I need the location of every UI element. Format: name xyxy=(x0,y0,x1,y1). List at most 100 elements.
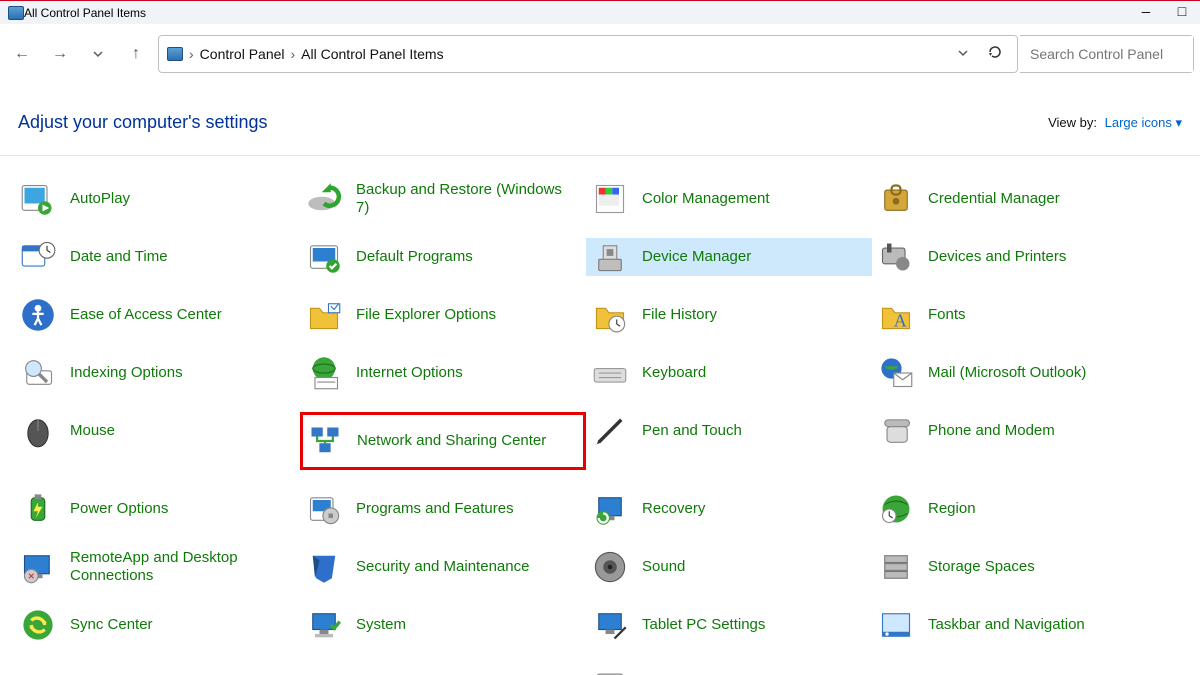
navigation-bar: ← → ↑ › Control Panel › All Control Pane… xyxy=(0,24,1200,84)
item-programs[interactable]: Programs and Features xyxy=(300,490,586,528)
internet-icon xyxy=(306,355,342,391)
address-dropdown[interactable] xyxy=(951,46,975,62)
fonts-icon: A xyxy=(878,297,914,333)
item-mail[interactable]: Mail (Microsoft Outlook) xyxy=(872,354,1158,392)
filehist-icon xyxy=(592,297,628,333)
item-mouse[interactable]: Mouse xyxy=(14,412,300,450)
address-bar[interactable]: › Control Panel › All Control Panel Item… xyxy=(158,35,1018,73)
item-label: Recovery xyxy=(642,500,705,518)
phone-icon xyxy=(878,413,914,449)
item-label: Default Programs xyxy=(356,248,473,266)
item-label: Credential Manager xyxy=(928,190,1060,208)
control-panel-icon xyxy=(8,6,24,20)
maximize-button[interactable]: □ xyxy=(1164,1,1200,25)
item-system[interactable]: System xyxy=(300,606,586,644)
sound-icon xyxy=(592,549,628,585)
item-color[interactable]: Color Management xyxy=(586,180,872,218)
item-label: Mouse xyxy=(70,422,115,440)
network-icon xyxy=(307,423,343,459)
item-label: Internet Options xyxy=(356,364,463,382)
item-filehist[interactable]: File History xyxy=(586,296,872,334)
item-label: Security and Maintenance xyxy=(356,558,529,576)
item-ease[interactable]: Ease of Access Center xyxy=(14,296,300,334)
item-phone[interactable]: Phone and Modem xyxy=(872,412,1158,450)
window-title: All Control Panel Items xyxy=(24,6,146,20)
svg-text:A: A xyxy=(894,310,907,330)
item-fonts[interactable]: AFonts xyxy=(872,296,1158,334)
item-indexing[interactable]: Indexing Options xyxy=(14,354,300,392)
item-label: Tablet PC Settings xyxy=(642,616,765,634)
system-icon xyxy=(306,607,342,643)
datetime-icon xyxy=(20,239,56,275)
view-by-dropdown[interactable]: Large icons ▾ xyxy=(1105,115,1182,130)
credential-icon xyxy=(878,181,914,217)
item-fileexpl[interactable]: File Explorer Options xyxy=(300,296,586,334)
item-network[interactable]: Network and Sharing Center xyxy=(300,412,586,470)
item-label: Taskbar and Navigation xyxy=(928,616,1085,634)
backup-icon xyxy=(306,181,342,217)
indexing-icon xyxy=(20,355,56,391)
item-label: Color Management xyxy=(642,190,770,208)
item-sync[interactable]: Sync Center xyxy=(14,606,300,644)
sync-icon xyxy=(20,607,56,643)
keyboard-icon xyxy=(592,355,628,391)
item-default[interactable]: Default Programs xyxy=(300,238,586,276)
title-bar: All Control Panel Items — □ xyxy=(0,0,1200,24)
item-security[interactable]: Security and Maintenance xyxy=(300,548,586,586)
breadcrumb-sep-icon: › xyxy=(189,46,194,62)
programs-icon xyxy=(306,491,342,527)
item-devices[interactable]: Devices and Printers xyxy=(872,238,1158,276)
item-credential[interactable]: Credential Manager xyxy=(872,180,1158,218)
search-input[interactable] xyxy=(1020,36,1193,72)
power-icon xyxy=(20,491,56,527)
item-power[interactable]: Power Options xyxy=(14,490,300,528)
item-label: Region xyxy=(928,500,976,518)
item-recovery[interactable]: Recovery xyxy=(586,490,872,528)
security-icon xyxy=(306,549,342,585)
refresh-button[interactable] xyxy=(981,44,1009,63)
item-pen[interactable]: Pen and Touch xyxy=(586,412,872,450)
up-button[interactable]: ↑ xyxy=(120,38,152,70)
breadcrumb-all-items[interactable]: All Control Panel Items xyxy=(301,46,443,62)
item-label: Indexing Options xyxy=(70,364,183,382)
view-by-label: View by: xyxy=(1048,115,1097,130)
addr-control-panel-icon xyxy=(167,47,183,61)
item-defender[interactable]: Windows Defender xyxy=(586,664,872,675)
autoplay-icon xyxy=(20,181,56,217)
item-storage[interactable]: Storage Spaces xyxy=(872,548,1158,586)
defender-icon xyxy=(592,665,628,675)
item-remote[interactable]: RemoteApp and Desktop Connections xyxy=(14,548,300,586)
item-label: Storage Spaces xyxy=(928,558,1035,576)
item-tablet[interactable]: Tablet PC Settings xyxy=(586,606,872,644)
item-devicemgr[interactable]: Device Manager xyxy=(586,238,872,276)
default-icon xyxy=(306,239,342,275)
item-label: Keyboard xyxy=(642,364,706,382)
item-label: File Explorer Options xyxy=(356,306,496,324)
recent-dropdown[interactable] xyxy=(82,38,114,70)
item-label: File History xyxy=(642,306,717,324)
item-keyboard[interactable]: Keyboard xyxy=(586,354,872,392)
search-box[interactable] xyxy=(1020,35,1194,73)
pen-icon xyxy=(592,413,628,449)
back-button[interactable]: ← xyxy=(6,38,38,70)
forward-button[interactable]: → xyxy=(44,38,76,70)
item-label: Network and Sharing Center xyxy=(357,432,546,450)
item-label: System xyxy=(356,616,406,634)
item-label: Programs and Features xyxy=(356,500,514,518)
minimize-button[interactable]: — xyxy=(1128,1,1164,25)
item-region[interactable]: Region xyxy=(872,490,1158,528)
item-label: Power Options xyxy=(70,500,168,518)
item-taskbar[interactable]: Taskbar and Navigation xyxy=(872,606,1158,644)
item-internet[interactable]: Internet Options xyxy=(300,354,586,392)
breadcrumb-control-panel[interactable]: Control Panel xyxy=(200,46,285,62)
item-label: Pen and Touch xyxy=(642,422,742,440)
item-autoplay[interactable]: AutoPlay xyxy=(14,180,300,218)
item-label: Ease of Access Center xyxy=(70,306,222,324)
tablet-icon xyxy=(592,607,628,643)
item-label: AutoPlay xyxy=(70,190,130,208)
item-backup[interactable]: Backup and Restore (Windows 7) xyxy=(300,180,586,218)
item-sound[interactable]: Sound xyxy=(586,548,872,586)
items-grid: AutoPlay Backup and Restore (Windows 7) Co… xyxy=(0,156,1200,675)
breadcrumb-sep-icon: › xyxy=(291,46,296,62)
item-datetime[interactable]: Date and Time xyxy=(14,238,300,276)
